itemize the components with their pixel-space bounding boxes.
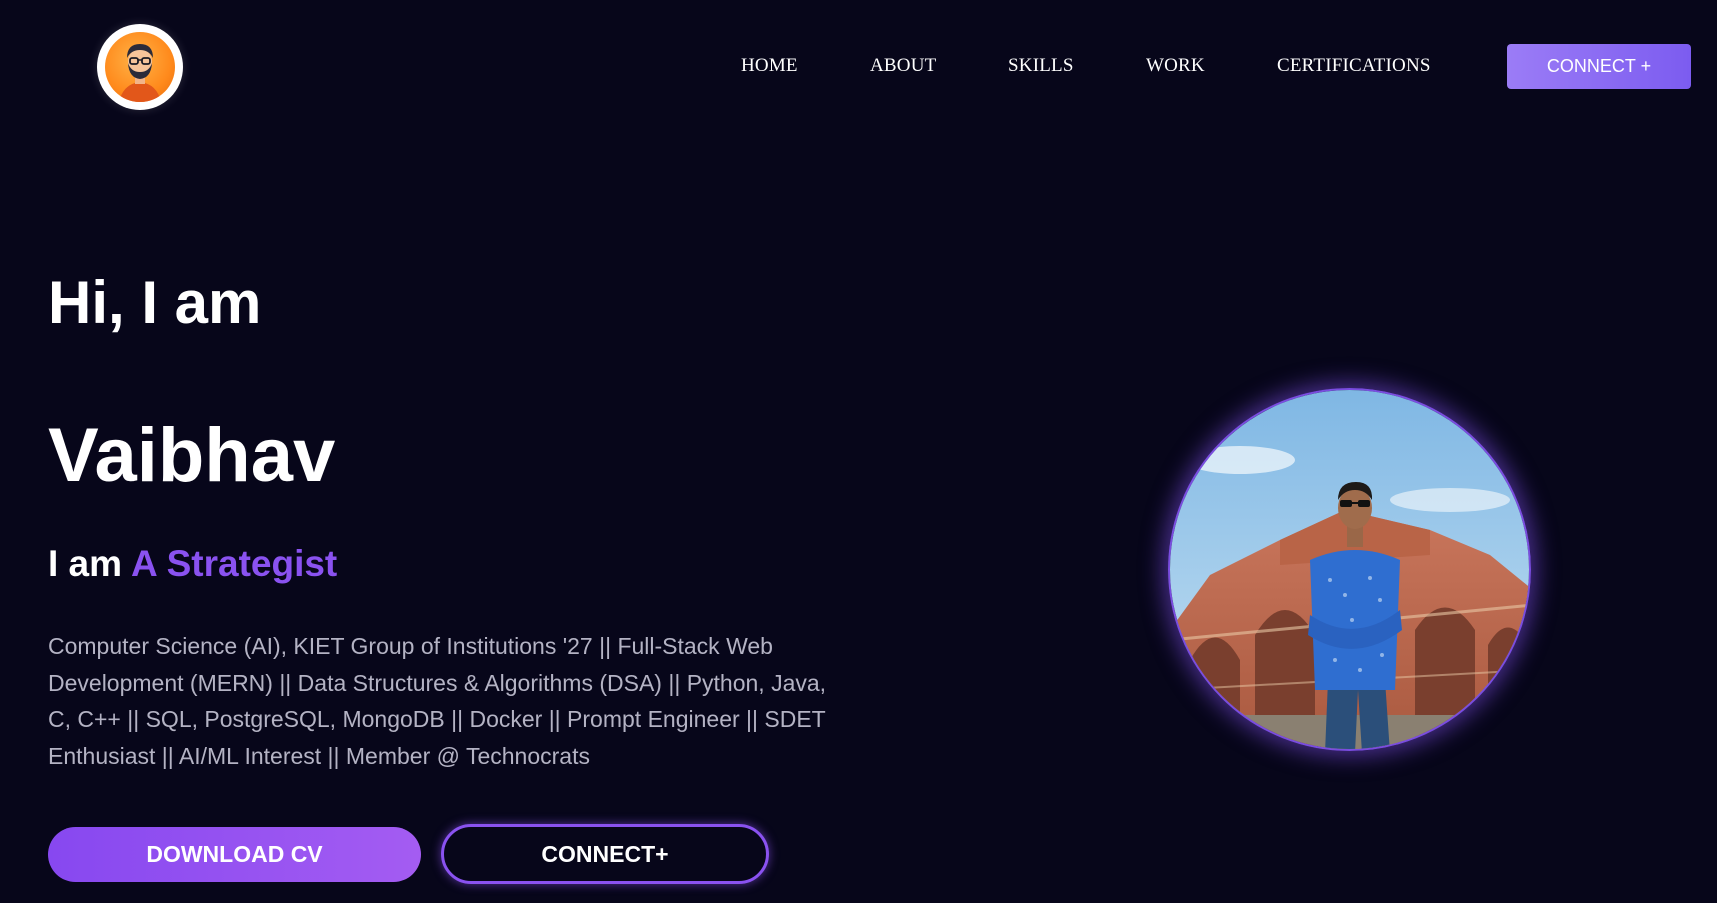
nav-home[interactable]: HOME (741, 55, 798, 77)
connect-header-button[interactable]: CONNECT + (1507, 44, 1691, 89)
hero-bio: Computer Science (AI), KIET Group of Ins… (48, 633, 827, 769)
nav-skills[interactable]: SKILLS (1008, 55, 1074, 77)
profile-photo (1168, 388, 1531, 751)
hero-greeting: Hi, I am (48, 269, 262, 336)
download-cv-button[interactable]: DOWNLOAD CV (48, 827, 421, 882)
nav-about[interactable]: ABOUT (870, 55, 936, 77)
avatar-logo-icon (105, 32, 175, 102)
role-prefix: I am (48, 543, 123, 584)
hero-role: I am A Strategist (48, 545, 337, 582)
connect-button[interactable]: CONNECT+ (441, 824, 769, 884)
nav-certifications[interactable]: CERTIFICATIONS (1277, 55, 1431, 77)
logo[interactable] (97, 24, 183, 110)
hero-name: Vaibhav (48, 413, 336, 498)
nav-work[interactable]: WORK (1146, 55, 1205, 77)
role-highlight: A Strategist (130, 543, 338, 584)
